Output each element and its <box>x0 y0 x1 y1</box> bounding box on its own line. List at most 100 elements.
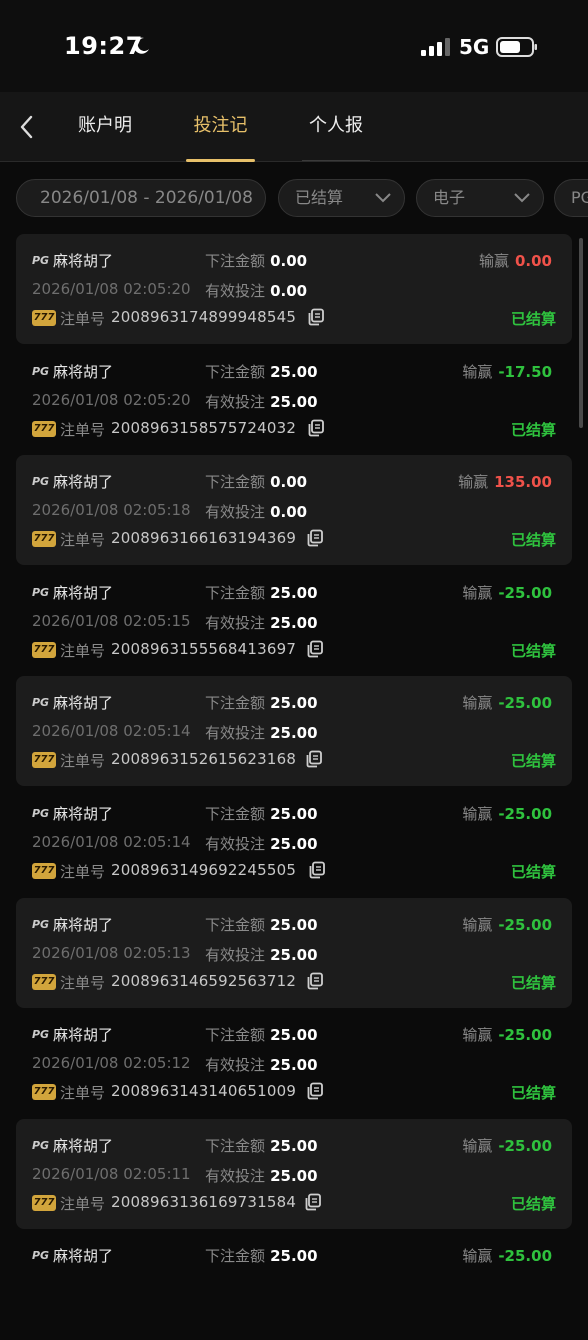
777-logo-icon: 777 <box>32 420 56 437</box>
bet-time: 2026/01/08 02:05:15 <box>32 611 191 630</box>
pg-logo-icon: PG <box>32 585 50 599</box>
date-range-filter[interactable]: 2026/01/08 - 2026/01/08 <box>16 179 266 217</box>
win-loss-row: 输赢 0.00 <box>479 250 552 271</box>
copy-icon[interactable] <box>307 308 325 326</box>
order-no-label: 注单号 <box>60 641 106 660</box>
bet-time: 2026/01/08 02:05:12 <box>32 1054 191 1073</box>
copy-icon[interactable] <box>305 750 323 768</box>
bet-time: 2026/01/08 02:05:14 <box>32 722 191 741</box>
order-no-value: 2008963146592563712 <box>111 971 297 990</box>
win-loss-value: -25.00 <box>498 1136 552 1155</box>
bet-amount-row: 下注金额 0.00 <box>205 471 307 492</box>
bet-amount-label: 下注金额 <box>205 1247 266 1266</box>
valid-bet-label: 有效投注 <box>205 1166 266 1185</box>
bet-record-list: PG 麻将胡了 下注金额 0.00 输赢 0.00 2026/01/08 02:05:20… <box>16 234 572 1340</box>
bet-time: 2026/01/08 02:05:18 <box>32 501 191 520</box>
copy-icon[interactable] <box>306 972 324 990</box>
win-loss-row: 输赢 -25.00 <box>462 1135 552 1156</box>
win-loss-label: 输赢 <box>462 1026 493 1045</box>
game-name: 麻将胡了 <box>53 473 114 492</box>
bet-amount-row: 下注金额 25.00 <box>205 1024 318 1045</box>
copy-icon[interactable] <box>306 640 324 658</box>
game-name: 麻将胡了 <box>53 1136 114 1155</box>
status-filter[interactable]: 已结算 <box>278 179 405 217</box>
tab-divider <box>302 160 370 161</box>
win-loss-value: -25.00 <box>498 915 552 934</box>
valid-bet-value: 25.00 <box>270 613 318 632</box>
order-no-label: 注单号 <box>60 1194 106 1213</box>
date-range-text: 2026/01/08 - 2026/01/08 <box>40 188 253 208</box>
bet-record-card[interactable]: PG 麻将胡了 下注金额 0.00 输赢 0.00 2026/01/08 02:05:20… <box>16 234 572 344</box>
valid-bet-value: 0.00 <box>270 503 308 522</box>
777-logo-icon: 777 <box>32 752 56 769</box>
valid-bet-value: 25.00 <box>270 392 318 411</box>
win-loss-label: 输赢 <box>462 694 493 713</box>
game-name: 麻将胡了 <box>53 1026 114 1045</box>
copy-icon[interactable] <box>307 419 325 437</box>
bet-amount-value: 25.00 <box>270 1247 318 1266</box>
bet-record-card[interactable]: PG 麻将胡了 下注金额 25.00 输赢 -25.00 2026/01/08 02:05… <box>16 787 572 897</box>
win-loss-row: 输赢 -25.00 <box>462 1245 552 1266</box>
bet-record-card[interactable]: PG 麻将胡了 下注金额 25.00 输赢 -25.00 2026/01/08 02:05… <box>16 1118 572 1229</box>
game-name: 麻将胡了 <box>53 804 114 823</box>
777-logo-icon: 777 <box>32 973 56 990</box>
valid-bet-row: 有效投注 0.00 <box>205 280 307 301</box>
valid-bet-label: 有效投注 <box>205 282 266 300</box>
bet-record-card[interactable]: PG 麻将胡了 下注金额 25.00 输赢 -25.00 2026/01/08 02:05… <box>16 897 572 1008</box>
bet-time: 2026/01/08 02:05:20 <box>32 390 191 409</box>
valid-bet-label: 有效投注 <box>205 834 266 853</box>
tab-bet-records[interactable]: 投注记录 <box>186 92 255 204</box>
valid-bet-label: 有效投注 <box>205 945 266 964</box>
valid-bet-value: 25.00 <box>270 724 318 743</box>
settled-status: 已结算 <box>510 531 556 550</box>
bet-time: 2026/01/08 02:05:14 <box>32 832 191 851</box>
pg-logo-icon: PG <box>32 1249 50 1263</box>
bet-amount-value: 25.00 <box>270 362 318 381</box>
scrollbar[interactable] <box>579 238 583 428</box>
copy-icon[interactable] <box>306 1082 324 1100</box>
bet-amount-value: 0.00 <box>270 252 308 270</box>
bet-record-card[interactable]: PG 麻将胡了 下注金额 25.00 输赢 -25.00 <box>16 1229 572 1339</box>
bet-time: 2026/01/08 02:05:13 <box>32 943 191 962</box>
win-loss-value: -25.00 <box>498 694 552 713</box>
copy-icon[interactable] <box>306 529 324 547</box>
valid-bet-row: 有效投注 25.00 <box>205 722 318 743</box>
bet-amount-label: 下注金额 <box>205 473 266 492</box>
bet-record-card[interactable]: PG 麻将胡了 下注金额 0.00 输赢 135.00 2026/01/08 02:05:… <box>16 455 572 566</box>
bet-amount-row: 下注金额 25.00 <box>205 361 318 382</box>
back-arrow-icon[interactable] <box>16 114 38 140</box>
copy-icon[interactable] <box>308 861 326 879</box>
bet-amount-label: 下注金额 <box>205 804 266 823</box>
win-loss-label: 输赢 <box>462 915 493 934</box>
tab-personal-report[interactable]: 个人报表 <box>302 92 370 204</box>
pg-logo-icon: PG <box>32 254 50 267</box>
bet-record-card[interactable]: PG 麻将胡了 下注金额 25.00 输赢 -17.50 2026/01/08 02:05… <box>16 345 572 455</box>
bet-amount-value: 25.00 <box>270 694 318 713</box>
bet-amount-value: 25.00 <box>270 1026 318 1045</box>
platform-filter[interactable]: PG <box>554 179 588 217</box>
settled-status: 已结算 <box>510 1194 556 1213</box>
win-loss-label: 输赢 <box>462 804 493 823</box>
order-no-label: 注单号 <box>60 752 106 771</box>
valid-bet-label: 有效投注 <box>205 1056 266 1075</box>
nav-bar: 账户明细 投注记录 个人报表 <box>0 92 588 204</box>
bet-record-card[interactable]: PG 麻将胡了 下注金额 25.00 输赢 -25.00 2026/01/08 02:05… <box>16 676 572 787</box>
bet-amount-row: 下注金额 25.00 <box>205 692 318 713</box>
777-logo-icon: 777 <box>32 1194 56 1211</box>
network-type: 5G <box>459 35 490 59</box>
pg-logo-icon: PG <box>32 696 50 710</box>
game-name: 麻将胡了 <box>53 694 114 713</box>
order-no-value: 2008963136169731584 <box>111 1192 297 1211</box>
bet-record-card[interactable]: PG 麻将胡了 下注金额 25.00 输赢 -25.00 2026/01/08 02:05… <box>16 566 572 676</box>
bet-amount-label: 下注金额 <box>205 915 266 934</box>
bet-time: 2026/01/08 02:05:20 <box>32 280 191 298</box>
copy-icon[interactable] <box>304 1193 322 1211</box>
pg-logo-icon: PG <box>32 475 50 489</box>
order-no-value: 2008963143140651009 <box>111 1082 297 1101</box>
category-filter[interactable]: 电子 <box>416 179 544 217</box>
valid-bet-value: 0.00 <box>270 282 308 300</box>
win-loss-value: -17.50 <box>498 362 552 381</box>
bet-amount-value: 25.00 <box>270 583 318 602</box>
bet-record-card[interactable]: PG 麻将胡了 下注金额 25.00 输赢 -25.00 2026/01/08 02:05… <box>16 1008 572 1118</box>
tab-account-details[interactable]: 账户明细 <box>70 92 140 204</box>
